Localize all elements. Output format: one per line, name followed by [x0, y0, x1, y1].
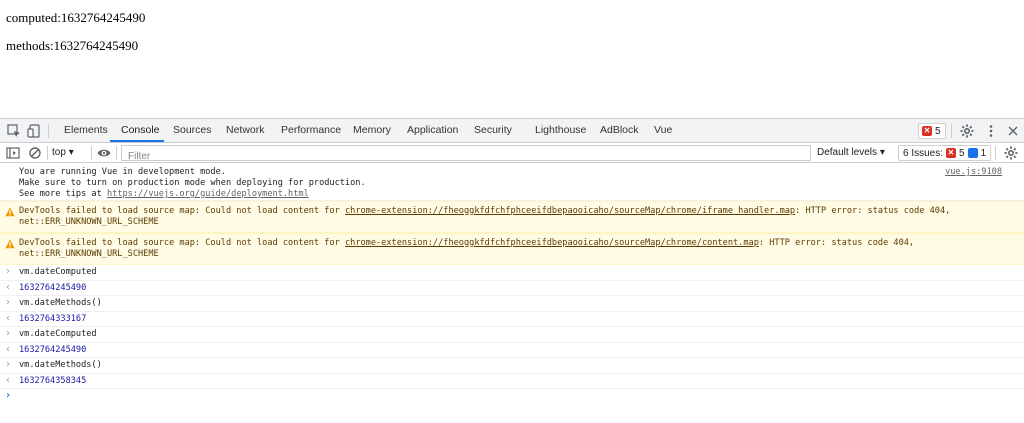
- more-options-icon[interactable]: [983, 123, 999, 139]
- clear-console-icon[interactable]: [27, 145, 43, 161]
- issues-message-count: 1: [980, 147, 987, 159]
- input-chevron-icon: ›: [5, 359, 12, 370]
- warning-line: net::ERR_UNKNOWN_URL_SCHEME: [19, 217, 159, 227]
- warning-line: DevTools failed to load source map: Coul…: [19, 206, 1002, 217]
- computed-text: computed:1632764245490: [6, 10, 146, 25]
- error-icon: ✕: [922, 126, 932, 136]
- devtools-tabbar: Elements Console Sources Network Perform…: [0, 119, 1024, 143]
- tab-sources[interactable]: Sources: [173, 119, 212, 142]
- inspect-element-icon[interactable]: [6, 123, 22, 139]
- close-devtools-icon[interactable]: [1005, 123, 1021, 139]
- error-icon: ✕: [946, 148, 957, 158]
- toolbar-divider: [91, 146, 92, 160]
- live-expression-eye-icon[interactable]: [96, 145, 112, 161]
- console-input-text: vm.dateComputed: [19, 267, 97, 277]
- issues-error-count: 5: [959, 147, 965, 159]
- source-location-link[interactable]: vue.js:9108: [945, 167, 1002, 178]
- device-toolbar-icon[interactable]: [26, 123, 42, 139]
- error-count-badge[interactable]: ✕ 5: [918, 123, 946, 139]
- console-result-row: ‹ 1632764333167: [0, 312, 1024, 327]
- console-toolbar: top ▾ Default levels ▾ 6 Issues: ✕ 5 1: [0, 143, 1024, 164]
- filter-input[interactable]: [122, 149, 810, 164]
- console-result-row: ‹ 1632764245490: [0, 343, 1024, 358]
- tab-lighthouse[interactable]: Lighthouse: [535, 119, 586, 142]
- info-line: See more tips at https://vuejs.org/guide…: [19, 189, 1002, 200]
- filter-field[interactable]: [121, 145, 811, 164]
- console-info-message: You are running Vue in development mode.…: [0, 164, 1024, 201]
- console-input-row: › vm.dateMethods(): [0, 296, 1024, 312]
- console-input-text: vm.dateMethods(): [19, 298, 102, 308]
- chevron-down-icon: ▾: [68, 147, 74, 158]
- tabbar-divider: [48, 124, 49, 138]
- context-label: top: [52, 147, 66, 158]
- console-result-value: 1632764333167: [19, 314, 87, 324]
- show-sidebar-icon[interactable]: [5, 145, 21, 161]
- console-input-text: vm.dateMethods(): [19, 360, 102, 370]
- result-arrow-icon: ‹: [5, 282, 12, 293]
- warning-text: DevTools failed to load source map: Coul…: [19, 206, 345, 216]
- chevron-down-icon: ▾: [879, 147, 885, 158]
- console-output: You are running Vue in development mode.…: [0, 164, 1024, 423]
- toolbar-divider: [47, 146, 48, 160]
- warning-text: : HTTP error: status code 404,: [758, 238, 915, 248]
- settings-gear-icon[interactable]: [959, 123, 975, 139]
- console-warning: DevTools failed to load source map: Coul…: [0, 233, 1024, 265]
- tabbar-divider: [951, 124, 952, 138]
- sourcemap-link[interactable]: chrome-extension://fheoggkfdfchfphceeifd…: [345, 206, 795, 216]
- console-result-value: 1632764358345: [19, 376, 87, 386]
- tab-network[interactable]: Network: [226, 119, 265, 142]
- console-result-row: ‹ 1632764245490: [0, 281, 1024, 296]
- tab-elements[interactable]: Elements: [64, 119, 108, 142]
- deployment-guide-link[interactable]: https://vuejs.org/guide/deployment.html: [107, 189, 309, 199]
- input-chevron-icon: ›: [5, 328, 12, 339]
- levels-label: Default levels: [817, 147, 878, 158]
- toolbar-divider: [116, 146, 117, 160]
- prompt-chevron-icon: ›: [5, 390, 12, 401]
- issues-button[interactable]: 6 Issues: ✕ 5 1: [898, 145, 992, 161]
- warning-text: DevTools failed to load source map: Coul…: [19, 238, 345, 248]
- tab-vue[interactable]: Vue: [654, 119, 672, 142]
- console-prompt[interactable]: ›: [0, 389, 1024, 405]
- log-levels-dropdown[interactable]: Default levels ▾: [817, 145, 885, 161]
- warning-text: : HTTP error: status code 404,: [795, 206, 951, 216]
- info-line: You are running Vue in development mode.: [19, 167, 226, 177]
- result-arrow-icon: ‹: [5, 344, 12, 355]
- console-input-text: vm.dateComputed: [19, 329, 97, 339]
- info-line: Make sure to turn on production mode whe…: [19, 178, 366, 188]
- tab-memory[interactable]: Memory: [353, 119, 391, 142]
- toolbar-divider: [995, 146, 996, 160]
- console-warning: DevTools failed to load source map: Coul…: [0, 201, 1024, 233]
- info-text: See more tips at: [19, 189, 107, 199]
- console-input-row: › vm.dateComputed: [0, 265, 1024, 281]
- tab-adblock[interactable]: AdBlock: [600, 119, 639, 142]
- console-settings-gear-icon[interactable]: [1003, 145, 1019, 161]
- issues-label: 6 Issues:: [903, 147, 944, 159]
- input-chevron-icon: ›: [5, 266, 12, 277]
- info-message-icon: [967, 148, 978, 158]
- console-input-row: › vm.dateComputed: [0, 327, 1024, 343]
- warning-line: DevTools failed to load source map: Coul…: [19, 238, 1002, 249]
- sourcemap-link[interactable]: chrome-extension://fheoggkfdfchfphceeifd…: [345, 238, 759, 248]
- tab-console[interactable]: Console: [121, 119, 160, 142]
- context-selector[interactable]: top ▾: [52, 145, 74, 161]
- console-result-value: 1632764245490: [19, 345, 87, 355]
- page-viewport: computed:1632764245490 methods:163276424…: [0, 0, 1024, 118]
- active-tab-indicator: [110, 140, 164, 142]
- tab-security[interactable]: Security: [474, 119, 512, 142]
- warning-icon: [5, 239, 15, 249]
- console-result-row: ‹ 1632764358345: [0, 374, 1024, 389]
- tab-performance[interactable]: Performance: [281, 119, 341, 142]
- devtools-panel: Elements Console Sources Network Perform…: [0, 118, 1024, 423]
- error-count: 5: [935, 125, 941, 137]
- console-input-row: › vm.dateMethods(): [0, 358, 1024, 374]
- methods-text: methods:1632764245490: [6, 38, 139, 53]
- warning-line: net::ERR_UNKNOWN_URL_SCHEME: [19, 249, 159, 259]
- warning-icon: [5, 207, 15, 217]
- result-arrow-icon: ‹: [5, 375, 12, 386]
- console-result-value: 1632764245490: [19, 283, 87, 293]
- input-chevron-icon: ›: [5, 297, 12, 308]
- result-arrow-icon: ‹: [5, 313, 12, 324]
- tab-application[interactable]: Application: [407, 119, 458, 142]
